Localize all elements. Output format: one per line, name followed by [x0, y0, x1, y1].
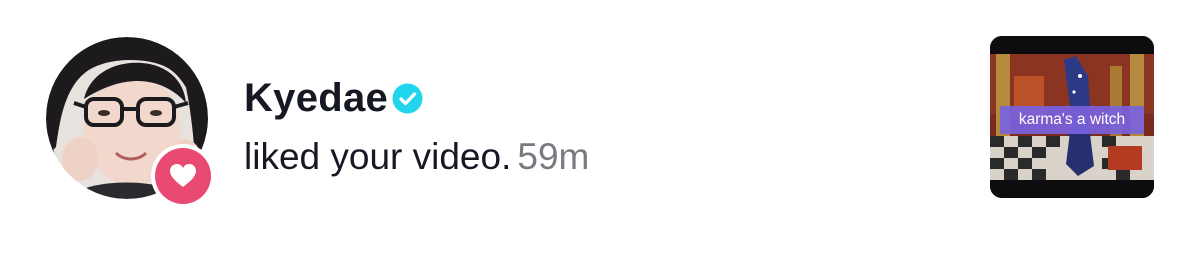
heart-icon	[170, 164, 196, 187]
timestamp: 59m	[517, 136, 590, 177]
notification-text: Kyedae liked your video. 59m	[244, 74, 589, 178]
avatar-container[interactable]	[46, 37, 215, 208]
action-text: liked your video.	[244, 136, 512, 177]
video-thumbnail[interactable]: karma's a witch	[990, 36, 1154, 198]
verified-badge-icon	[392, 83, 423, 113]
notification-row[interactable]: Kyedae liked your video. 59m karma's a w…	[0, 0, 1200, 255]
video-caption: karma's a witch	[1000, 106, 1144, 134]
username-line: Kyedae	[244, 74, 589, 122]
like-badge-fill	[155, 148, 211, 204]
username[interactable]: Kyedae	[244, 76, 388, 121]
like-badge	[151, 144, 215, 208]
action-line: liked your video. 59m	[244, 136, 589, 178]
